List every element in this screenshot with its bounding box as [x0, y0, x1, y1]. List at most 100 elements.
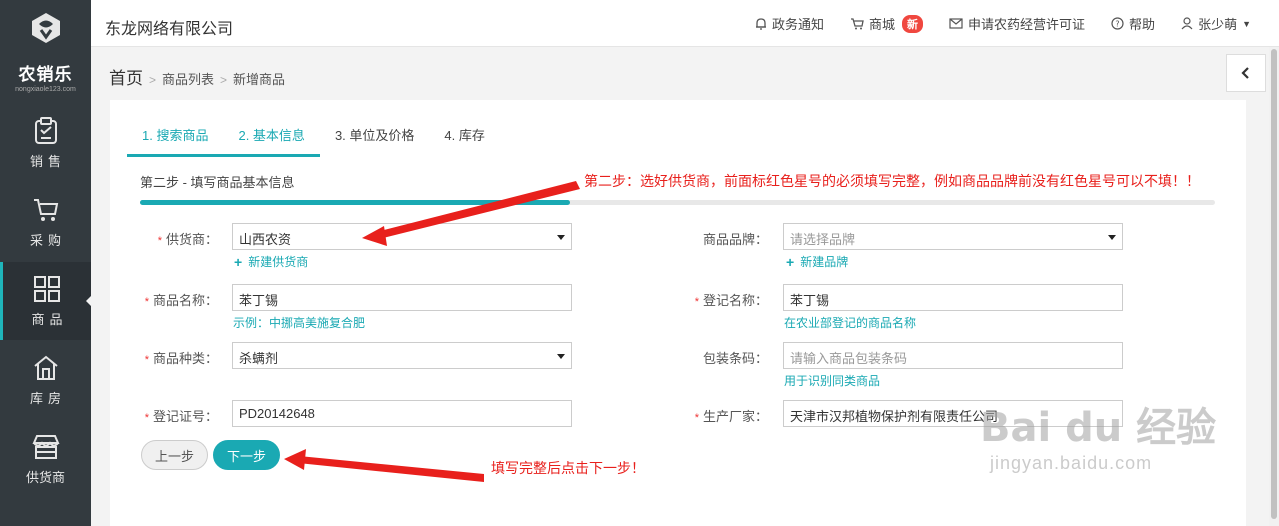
help-label: 帮助: [1129, 17, 1156, 32]
category-value: 杀螨剂: [239, 351, 279, 366]
cart-icon: [33, 198, 58, 221]
product-name-hint: 示例：中挪高美施复合肥: [233, 316, 366, 330]
user-menu[interactable]: 张少萌 ▼: [1181, 14, 1251, 33]
plus-icon: +: [234, 253, 243, 270]
required-star: *: [144, 354, 149, 366]
required-star: *: [694, 412, 699, 424]
breadcrumb-separator: >: [220, 73, 228, 87]
supplier-label: 供货商：: [165, 232, 218, 247]
required-star: *: [694, 296, 699, 308]
breadcrumb-item[interactable]: 商品列表: [162, 69, 214, 88]
plus-icon: +: [786, 253, 795, 270]
brand-name: 农销乐: [18, 65, 73, 84]
tab-search-product[interactable]: 1. 搜索商品: [127, 119, 224, 157]
company-name: 东龙网络有限公司: [105, 21, 234, 38]
brand-select[interactable]: 请选择品牌: [783, 223, 1123, 250]
next-step-button[interactable]: 下一步: [213, 440, 280, 470]
barcode-placeholder: 请输入商品包装条码: [790, 351, 908, 366]
top-header: 东龙网络有限公司 政务通知 商城 新 申请农药经营许可证 ? 帮助 张少萌 ▼: [91, 0, 1279, 47]
tab-unit-price[interactable]: 3. 单位及价格: [320, 119, 429, 157]
chevron-left-icon: [1241, 67, 1249, 79]
add-supplier-label: 新建供货商: [248, 255, 309, 269]
cart-icon: [851, 18, 864, 30]
annotation-top: 第二步：选好供货商，前面标红色星号的必须填写完整，例如商品品牌前没有红色星号可以…: [584, 173, 1200, 189]
annotation-bottom: 填写完整后点击下一步！: [491, 460, 645, 476]
breadcrumb-bar: 首页 > 商品列表 > 新增商品: [91, 48, 1279, 98]
prev-step-button[interactable]: 上一步: [141, 440, 208, 470]
breadcrumb-home[interactable]: 首页: [109, 64, 143, 89]
collapse-panel-button[interactable]: [1226, 54, 1266, 92]
new-badge: 新: [902, 14, 924, 33]
brand: 农销乐 nongxiaole123.com: [0, 60, 91, 93]
tab-basic-info[interactable]: 2. 基本信息: [223, 119, 320, 157]
supplier-select[interactable]: 山西农资: [232, 223, 572, 250]
store-icon: [31, 434, 60, 459]
reg-name-value: 苯丁锡: [790, 293, 830, 308]
breadcrumb-separator: >: [149, 73, 157, 87]
add-supplier-link[interactable]: + 新建供货商: [234, 253, 308, 270]
sidebar-item-sales[interactable]: 销售: [0, 104, 91, 182]
sidebar-item-suppliers[interactable]: 供货商: [0, 420, 91, 498]
category-select[interactable]: 杀螨剂: [232, 342, 572, 369]
license-link[interactable]: 申请农药经营许可证: [949, 14, 1085, 33]
reg-no-value: PD20142648: [239, 406, 315, 421]
manufacturer-value: 天津市汉邦植物保护剂有限责任公司: [790, 409, 999, 424]
brand-domain: nongxiaole123.com: [15, 86, 76, 93]
scrollbar-thumb[interactable]: [1271, 49, 1277, 519]
sidebar-item-purchase[interactable]: 采购: [0, 183, 91, 261]
required-star: *: [157, 235, 162, 247]
mall-link[interactable]: 商城 新: [850, 14, 924, 33]
product-name-value: 苯丁锡: [239, 293, 279, 308]
category-label: 商品种类：: [152, 351, 218, 366]
app-logo[interactable]: [0, 0, 91, 56]
clipboard-icon: [34, 116, 57, 144]
barcode-hint: 用于识别同类商品: [784, 374, 881, 388]
user-name: 张少萌: [1198, 17, 1238, 32]
add-brand-label: 新建品牌: [800, 255, 849, 269]
product-name-label: 商品名称：: [152, 293, 218, 308]
barcode-label: 包装条码：: [702, 351, 768, 366]
license-label: 申请农药经营许可证: [968, 17, 1086, 32]
notice-label: 政务通知: [772, 17, 825, 32]
add-brand-link[interactable]: + 新建品牌: [786, 253, 848, 270]
required-star: *: [144, 296, 149, 308]
sidebar-item-label: 库房: [29, 390, 66, 406]
progress-fill: [140, 200, 570, 205]
product-name-input[interactable]: 苯丁锡: [232, 284, 572, 311]
barcode-input[interactable]: 请输入商品包装条码: [783, 342, 1123, 369]
caret-down-icon: [1108, 235, 1116, 240]
watermark-main: Bai du 经验: [980, 405, 1217, 451]
tab-inventory[interactable]: 4. 库存: [429, 119, 499, 157]
page-scrollbar[interactable]: [1269, 47, 1279, 526]
mail-icon: [949, 18, 963, 29]
reg-name-hint: 在农业部登记的商品名称: [784, 316, 917, 330]
logo-icon: [31, 13, 60, 43]
step-tabs: 1. 搜索商品 2. 基本信息 3. 单位及价格 4. 库存: [127, 119, 500, 157]
breadcrumb-item: 新增商品: [233, 72, 286, 87]
notice-link[interactable]: 政务通知: [755, 14, 824, 33]
help-link[interactable]: ? 帮助: [1111, 14, 1155, 33]
sidebar-item-label: 采购: [29, 232, 66, 248]
sidebar-item-warehouse[interactable]: 库房: [0, 341, 91, 419]
baidu-watermark: Bai du 经验 jingyan.baidu.com: [980, 395, 1216, 474]
user-icon: [1181, 17, 1193, 30]
reg-no-input[interactable]: PD20142648: [232, 400, 572, 427]
caret-down-icon: [557, 354, 565, 359]
caret-down-icon: [557, 235, 565, 240]
step-title: 第二步 - 填写商品基本信息: [140, 175, 295, 190]
sidebar-item-label: 销售: [29, 153, 66, 169]
reg-name-input[interactable]: 苯丁锡: [783, 284, 1123, 311]
reg-name-label: 登记名称：: [702, 293, 768, 308]
sidebar-item-label: 供货商: [25, 469, 65, 485]
sidebar-item-label: 商品: [31, 311, 68, 327]
grid-icon: [34, 275, 60, 302]
required-star: *: [144, 412, 149, 424]
help-icon: ?: [1111, 17, 1124, 30]
supplier-value: 山西农资: [239, 232, 292, 247]
warehouse-icon: [33, 355, 58, 380]
brand-placeholder: 请选择品牌: [790, 232, 856, 247]
mall-label: 商城: [869, 17, 896, 32]
sidebar-item-products[interactable]: 商品: [0, 262, 92, 340]
watermark-sub: jingyan.baidu.com: [990, 453, 1153, 473]
brand-label: 商品品牌：: [702, 232, 768, 247]
